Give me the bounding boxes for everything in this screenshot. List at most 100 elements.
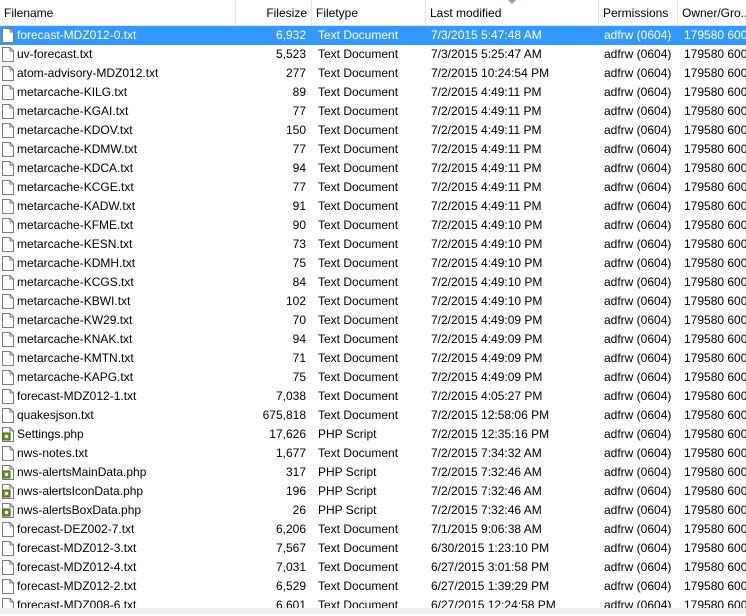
file-row[interactable]: metarcache-KADW.txt 91 Text Document 7/2/20…: [0, 197, 746, 216]
file-row[interactable]: metarcache-KILG.txt 89 Text Document 7/2/20…: [0, 83, 746, 102]
file-type: Text Document: [318, 275, 399, 289]
header-permissions[interactable]: Permissions: [599, 0, 678, 25]
file-row[interactable]: atom-advisory-MDZ012.txt 277 Text Document…: [0, 64, 746, 83]
file-row[interactable]: metarcache-KDMH.txt 75 Text Document 7/2/20…: [0, 254, 746, 273]
file-size: 75: [292, 370, 306, 384]
text-file-icon: [2, 218, 14, 233]
file-row[interactable]: metarcache-KDCA.txt 94 Text Document 7/2/20…: [0, 159, 746, 178]
file-name: metarcache-KMTN.txt: [17, 351, 134, 365]
file-owner-group: 179580 600: [684, 503, 746, 517]
file-name: forecast-MDZ012-2.txt: [17, 579, 137, 593]
file-modified: 7/2/2015 4:49:09 PM: [431, 370, 543, 384]
text-file-icon: [2, 180, 14, 195]
file-type: PHP Script: [318, 427, 377, 441]
file-modified: 7/2/2015 4:49:11 PM: [431, 123, 542, 137]
file-row[interactable]: metarcache-KAPG.txt 75 Text Document 7/2/20…: [0, 368, 746, 387]
file-owner-group: 179580 600: [684, 123, 746, 137]
file-type: Text Document: [318, 161, 399, 175]
text-file-icon: [2, 104, 14, 119]
php-script-icon: [2, 484, 14, 499]
file-owner-group: 179580 600: [684, 218, 746, 232]
file-type: Text Document: [318, 180, 399, 194]
header-filename[interactable]: Filename: [0, 0, 236, 25]
file-permissions: adfrw (0604): [604, 427, 672, 441]
file-row[interactable]: nws-alertsBoxData.php 26 PHP Script 7/2/201…: [0, 501, 746, 520]
file-row[interactable]: nws-alertsIconData.php 196 PHP Script 7/2/2…: [0, 482, 746, 501]
file-modified: 7/3/2015 5:47:48 AM: [431, 28, 542, 42]
file-owner-group: 179580 600: [684, 275, 746, 289]
file-size: 196: [285, 484, 306, 498]
file-row[interactable]: forecast-MDZ012-2.txt 6,529 Text Document 6…: [0, 577, 746, 596]
file-row[interactable]: forecast-MDZ012-1.txt 7,038 Text Document 7…: [0, 387, 746, 406]
file-type: Text Document: [318, 446, 399, 460]
file-row[interactable]: forecast-DEZ002-7.txt 6,206 Text Document 7…: [0, 520, 746, 539]
file-name: metarcache-KILG.txt: [17, 85, 128, 99]
file-owner-group: 179580 600: [684, 47, 746, 61]
file-row[interactable]: metarcache-KDOV.txt 150 Text Document 7/2/2…: [0, 121, 746, 140]
header-filetype[interactable]: Filetype: [312, 0, 426, 25]
php-script-icon: [2, 465, 14, 480]
sort-descending-icon: [508, 0, 516, 4]
file-owner-group: 179580 600: [684, 256, 746, 270]
text-file-icon: [2, 522, 14, 537]
header-filesize[interactable]: Filesize: [236, 0, 312, 25]
file-row[interactable]: metarcache-KNAK.txt 94 Text Document 7/2/20…: [0, 330, 746, 349]
file-owner-group: 179580 600: [684, 522, 746, 536]
file-size: 277: [285, 66, 306, 80]
file-row[interactable]: uv-forecast.txt 5,523 Text Document 7/3/201…: [0, 45, 746, 64]
file-row[interactable]: metarcache-KFME.txt 90 Text Document 7/2/20…: [0, 216, 746, 235]
file-name: metarcache-KAPG.txt: [17, 370, 134, 384]
file-modified: 7/2/2015 4:49:10 PM: [431, 256, 543, 270]
file-row[interactable]: forecast-MDZ012-0.txt 6,932 Text Document 7…: [0, 26, 746, 45]
file-row[interactable]: forecast-MDZ012-4.txt 7,031 Text Document 6…: [0, 558, 746, 577]
file-row[interactable]: metarcache-KMTN.txt 71 Text Document 7/2/20…: [0, 349, 746, 368]
file-type: PHP Script: [318, 465, 377, 479]
file-row[interactable]: metarcache-KESN.txt 73 Text Document 7/2/20…: [0, 235, 746, 254]
file-type: Text Document: [318, 294, 399, 308]
file-row[interactable]: Settings.php 17,626 PHP Script 7/2/2015 12:…: [0, 425, 746, 444]
file-name: nws-alertsIconData.php: [17, 484, 144, 498]
file-modified: 7/2/2015 4:49:11 PM: [431, 199, 542, 213]
file-row[interactable]: metarcache-KBWI.txt 102 Text Document 7/2/2…: [0, 292, 746, 311]
file-size: 6,529: [275, 579, 306, 593]
file-permissions: adfrw (0604): [604, 161, 672, 175]
file-row[interactable]: metarcache-KGAI.txt 77 Text Document 7/2/20…: [0, 102, 746, 121]
text-file-icon: [2, 579, 14, 594]
file-type: Text Document: [318, 313, 399, 327]
file-row[interactable]: quakesjson.txt 675,818 Text Document 7/2/20…: [0, 406, 746, 425]
file-size: 150: [285, 123, 306, 137]
file-permissions: adfrw (0604): [604, 560, 672, 574]
file-owner-group: 179580 600: [684, 560, 746, 574]
file-name: metarcache-KW29.txt: [17, 313, 133, 327]
text-file-icon: [2, 275, 14, 290]
file-owner-group: 179580 600: [684, 313, 746, 327]
file-row[interactable]: metarcache-KCGS.txt 84 Text Document 7/2/20…: [0, 273, 746, 292]
file-row[interactable]: metarcache-KCGE.txt 77 Text Document 7/2/20…: [0, 178, 746, 197]
file-row[interactable]: metarcache-KW29.txt 70 Text Document 7/2/20…: [0, 311, 746, 330]
file-permissions: adfrw (0604): [604, 294, 672, 308]
file-name: metarcache-KDOV.txt: [17, 123, 133, 137]
file-name: quakesjson.txt: [17, 408, 94, 422]
text-file-icon: [2, 199, 14, 214]
file-permissions: adfrw (0604): [604, 541, 672, 555]
file-size: 6,206: [275, 522, 306, 536]
file-permissions: adfrw (0604): [604, 313, 672, 327]
php-script-icon: [2, 427, 14, 442]
file-type: Text Document: [318, 351, 399, 365]
file-permissions: adfrw (0604): [604, 104, 672, 118]
file-modified: 7/2/2015 4:49:11 PM: [431, 85, 542, 99]
file-size: 91: [292, 199, 306, 213]
text-file-icon: [2, 408, 14, 423]
file-row[interactable]: nws-notes.txt 1,677 Text Document 7/2/2015 …: [0, 444, 746, 463]
file-modified: 7/2/2015 12:58:06 PM: [431, 408, 550, 422]
text-file-icon: [2, 66, 14, 81]
file-row[interactable]: metarcache-KDMW.txt 77 Text Document 7/2/20…: [0, 140, 746, 159]
file-name: metarcache-KBWI.txt: [17, 294, 131, 308]
horizontal-scrollbar[interactable]: [0, 608, 746, 614]
file-row[interactable]: nws-alertsMainData.php 317 PHP Script 7/2/2…: [0, 463, 746, 482]
file-type: Text Document: [318, 579, 399, 593]
file-owner-group: 179580 600: [684, 28, 746, 42]
header-owner-group[interactable]: Owner/Gro...: [678, 0, 746, 25]
file-row[interactable]: forecast-MDZ012-3.txt 7,567 Text Document 6…: [0, 539, 746, 558]
text-file-icon: [2, 123, 14, 138]
